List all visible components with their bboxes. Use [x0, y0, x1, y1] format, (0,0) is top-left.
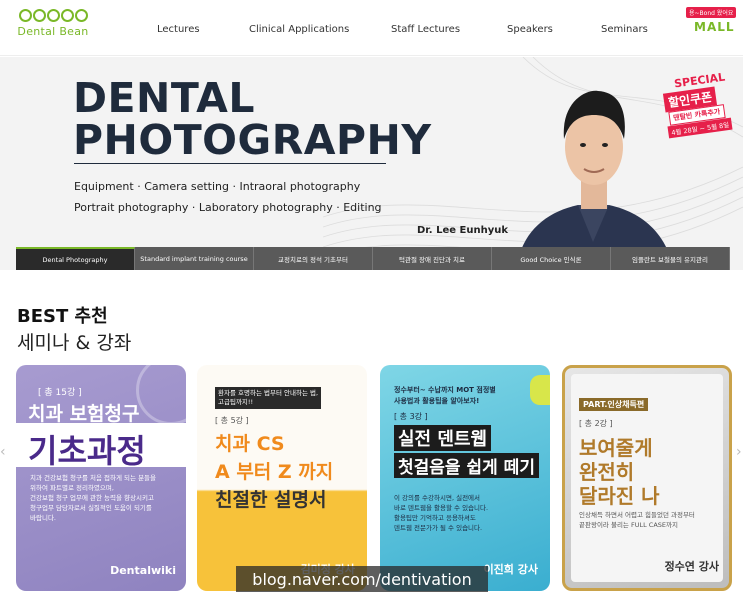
card-description: 이 강의를 수강하시면, 실전에서 바로 덴트웹을 활용할 수 있습니다. 활용… — [394, 493, 488, 533]
logo-circles-icon — [14, 9, 92, 22]
logo-text: Dental Bean — [17, 25, 89, 38]
nav-clinical-applications[interactable]: Clinical Applications — [249, 24, 349, 35]
card-desc-line: 치과 건강보험 청구를 처음 접하게 되는 분들을 — [30, 474, 157, 482]
tab-dental-photography[interactable]: Dental Photography — [16, 247, 135, 270]
card-tag-line: 환자를 호명하는 법부터 안내하는 법, — [218, 389, 319, 397]
card-desc-line: 바랍니다. — [30, 514, 56, 522]
card-intro-line: 사용법과 활용팁을 알아보자! — [394, 397, 480, 405]
card-desc-line: 이 강의를 수강하시면, 실전에서 — [394, 494, 481, 502]
card-desc-line: 바로 덴트웹을 활용할 수 있습니다. — [394, 504, 489, 512]
doctor-portrait — [516, 90, 674, 270]
hero-banner[interactable]: DENTAL PHOTOGRAPHY Equipment · Camera se… — [0, 57, 743, 270]
doctor-name: Dr. Lee Eunhyuk — [417, 225, 508, 236]
card-subtitle: A 부터 Z 까지 — [215, 461, 334, 483]
tab-orthodontics[interactable]: 교정치료의 정석 기초부터 — [254, 247, 373, 270]
card-desc-line: 인상채득 하면서 어렵고 힘들었던 과정부터 — [579, 511, 695, 519]
card-intro: 정수부터~ 수납까지 MOT 점정별 사용법과 활용팁을 알아보자! — [394, 385, 496, 407]
course-card-dentweb[interactable]: 정수부터~ 수납까지 MOT 점정별 사용법과 활용팁을 알아보자! [ 총 3… — [380, 365, 550, 591]
card-count: [ 총 3강 ] — [394, 412, 428, 421]
course-card-impression[interactable]: PART.인상채득편 [ 총 2강 ] 보여줄게 완전히 달라진 나 인상채득 … — [562, 365, 732, 591]
card-author: 정수연 강사 — [664, 560, 719, 573]
card-desc-line: 활용팁만 기억하고 응용하셔도 — [394, 514, 476, 522]
nav-speakers[interactable]: Speakers — [507, 24, 553, 35]
course-card-cs[interactable]: 환자를 호명하는 법부터 안내하는 법, 고급팁까지!! [ 총 5강 ] 치과… — [197, 365, 367, 591]
watermark: blog.naver.com/dentivation — [236, 566, 488, 592]
tab-good-choice[interactable]: Good Choice 인식론 — [492, 247, 611, 270]
card-count: [ 총 2강 ] — [579, 419, 613, 428]
hero-title-line2: PHOTOGRAPHY — [73, 116, 432, 164]
card-description: 치과 건강보험 청구를 처음 접하게 되는 분들을 위하여 파트별로 정리하였으… — [30, 473, 156, 523]
card-desc-line: 덴트웹 전문가가 될 수 있습니다. — [394, 524, 483, 532]
card-big-title: 기초과정 — [28, 432, 146, 470]
nav-lectures[interactable]: Lectures — [157, 24, 200, 35]
course-card-insurance[interactable]: [ 총 15강 ] 치과 보험청구 기초과정 치과 건강보험 청구를 처음 접하… — [16, 365, 186, 591]
hero-title-line1: DENTAL — [73, 74, 255, 122]
carousel-prev-icon[interactable]: ‹ — [0, 444, 6, 460]
card-title: 실전 덴트웹 — [394, 425, 492, 451]
card-author: Dentalwiki — [110, 564, 176, 577]
carousel-next-icon[interactable]: › — [736, 444, 742, 460]
card-count: [ 총 15강 ] — [38, 388, 82, 398]
card-tag: 환자를 호명하는 법부터 안내하는 법, 고급팁까지!! — [215, 387, 322, 409]
mall-link[interactable]: MALL — [694, 20, 735, 34]
tab-implant-maintenance[interactable]: 임플란트 보철물의 유지관리 — [611, 247, 730, 270]
card-tag-line: 고급팁까지!! — [218, 398, 254, 406]
card-count: [ 총 5강 ] — [215, 416, 249, 425]
card-subtitle-2: 친절한 설명서 — [215, 489, 327, 511]
card-subtitle: 첫걸음을 쉽게 떼기 — [394, 453, 539, 478]
tab-implant-course[interactable]: Standard implant training course — [135, 247, 254, 270]
hero-title: DENTAL PHOTOGRAPHY — [73, 77, 432, 161]
card-intro-line: 정수부터~ 수납까지 MOT 점정별 — [394, 386, 496, 394]
card-title: 치과 보험청구 — [28, 403, 140, 425]
hero-divider — [74, 163, 386, 164]
hero-subtitle-line2: Portrait photography · Laboratory photog… — [74, 201, 382, 214]
card-description: 인상채득 하면서 어렵고 힘들었던 과정부터 끝판왕이라 불리는 FULL CA… — [579, 510, 695, 530]
card-deco-circle — [136, 365, 186, 425]
card-author: 이진희 강사 — [483, 563, 538, 576]
card-desc-line: 건강보험 청구 업무에 관한 능력을 향상시키고 — [30, 494, 154, 502]
section-title: BEST 추천 — [17, 306, 108, 327]
card-deco-shape — [530, 375, 550, 405]
logo[interactable]: Dental Bean — [14, 9, 92, 45]
course-tabs: Dental Photography Standard implant trai… — [16, 247, 730, 270]
nav-seminars[interactable]: Seminars — [601, 24, 648, 35]
card-tag: PART.인상채득편 — [579, 398, 649, 411]
tab-tmj[interactable]: 턱관절 장애 진단과 치료 — [373, 247, 492, 270]
mall-badge: 용~Bond 왔어요 — [686, 7, 737, 18]
nav-staff-lectures[interactable]: Staff Lectures — [391, 24, 460, 35]
card-desc-line: 끝판왕이라 불리는 FULL CASE까지 — [579, 521, 678, 529]
site-header: Dental Bean Lectures Clinical Applicatio… — [0, 0, 743, 56]
section-subtitle: 세미나 & 강좌 — [17, 332, 132, 354]
card-title: 치과 CS — [215, 433, 285, 455]
card-subtitle-2: 달라진 나 — [579, 484, 660, 508]
card-desc-line: 위하여 파트별로 정리하였으며, — [30, 484, 114, 492]
card-title-band: 기초과정 — [16, 423, 186, 470]
card-desc-line: 청구업무 담당자로서 실질적인 도움이 되기를 — [30, 504, 152, 512]
hero-subtitle-line1: Equipment · Camera setting · Intraoral p… — [74, 180, 361, 193]
